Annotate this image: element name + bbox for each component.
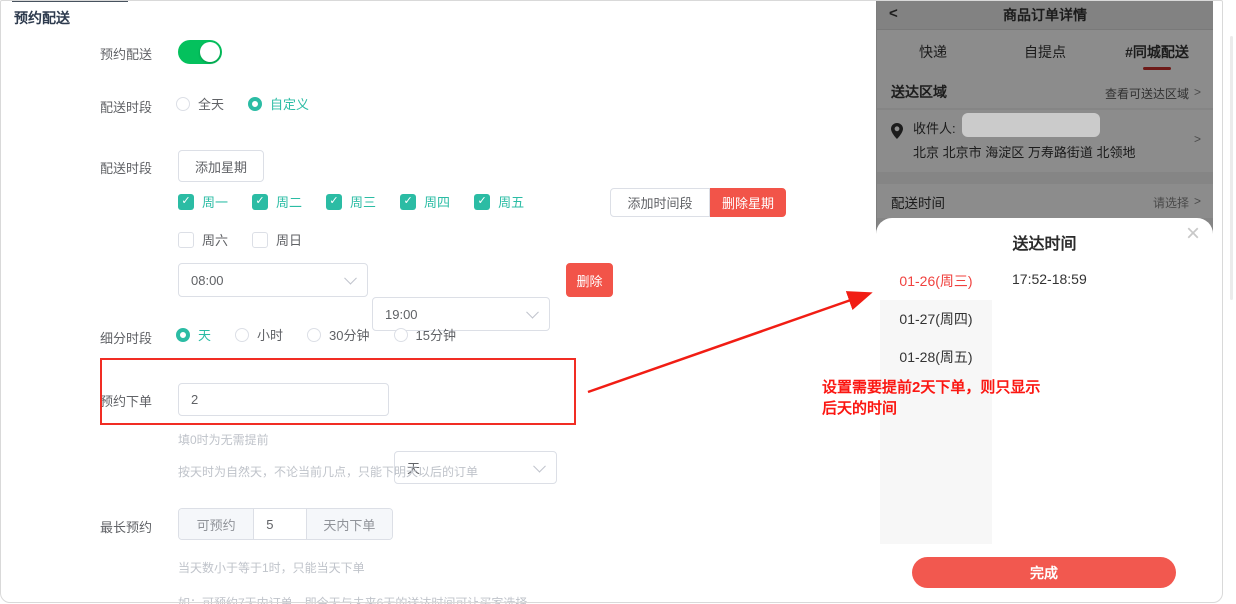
timeslot-option[interactable]: 17:52-18:59 bbox=[1012, 271, 1087, 287]
start-time-value: 08:00 bbox=[191, 273, 224, 288]
radio-label: 15分钟 bbox=[416, 325, 456, 344]
add-timeslot-button[interactable]: 添加时间段 bbox=[610, 188, 710, 217]
checkbox-checked-icon: ✓ bbox=[326, 194, 342, 210]
radio-day[interactable]: 天 bbox=[176, 325, 211, 344]
checkbox-checked-icon: ✓ bbox=[400, 194, 416, 210]
radio-label: 全天 bbox=[198, 94, 224, 113]
radio-circle-icon bbox=[307, 328, 321, 342]
date-item[interactable]: 01-28(周五) bbox=[880, 338, 992, 376]
radio-15min[interactable]: 15分钟 bbox=[394, 325, 456, 344]
weekday-label: 周四 bbox=[424, 192, 450, 211]
period-row-label: 配送时段 bbox=[100, 97, 152, 116]
end-time-value: 19:00 bbox=[385, 307, 418, 322]
max-booking-row-label: 最长预约 bbox=[100, 517, 152, 536]
start-time-select[interactable]: 08:00 bbox=[178, 263, 368, 297]
annotation-note: 设置需要提前2天下单，则只显示 后天的时间 bbox=[822, 377, 1052, 419]
close-icon[interactable]: × bbox=[1186, 222, 1200, 246]
advance-row-label: 预约下单 bbox=[100, 391, 152, 410]
max-booking-prefix: 可预约 bbox=[179, 509, 253, 539]
chevron-down-icon bbox=[526, 306, 539, 319]
radio-label: 小时 bbox=[257, 325, 283, 344]
weekday-label: 周日 bbox=[276, 230, 302, 249]
weekday-checkbox-sat[interactable]: 周六 bbox=[178, 230, 228, 249]
chevron-down-icon bbox=[533, 459, 546, 472]
toggle-knob bbox=[200, 42, 220, 62]
annotation-line-2: 后天的时间 bbox=[822, 398, 1052, 419]
radio-circle-icon bbox=[176, 97, 190, 111]
active-tab-indicator bbox=[12, 0, 128, 2]
advance-hint-day: 按天时为自然天，不论当前几点，只能下明天以后的订单 bbox=[178, 463, 478, 480]
weekday-checkbox-wed[interactable]: ✓ 周三 bbox=[326, 192, 376, 211]
date-item-selected[interactable]: 01-26(周三) bbox=[880, 262, 992, 300]
checkbox-unchecked-icon bbox=[252, 232, 268, 248]
weekday-checkbox-thu[interactable]: ✓ 周四 bbox=[400, 192, 450, 211]
checkbox-checked-icon: ✓ bbox=[474, 194, 490, 210]
modal-title: 送达时间 bbox=[876, 230, 1213, 254]
max-booking-hint-same-day: 当天数小于等于1时，只能当天下单 bbox=[178, 559, 365, 576]
radio-label: 自定义 bbox=[270, 94, 309, 113]
weekday-label: 周五 bbox=[498, 192, 524, 211]
weekday-checkbox-fri[interactable]: ✓ 周五 bbox=[474, 192, 524, 211]
radio-30min[interactable]: 30分钟 bbox=[307, 325, 369, 344]
reservation-delivery-toggle[interactable] bbox=[178, 40, 222, 64]
annotation-line-1: 设置需要提前2天下单，则只显示 bbox=[822, 377, 1052, 398]
max-booking-hint-example: 如：可预约7天内订单，即今天与未来6天的送达时间可让买家选择 bbox=[178, 594, 527, 604]
week-row-label: 配送时段 bbox=[100, 158, 152, 177]
weekday-label: 周六 bbox=[202, 230, 228, 249]
max-booking-group: 可预约 天内下单 bbox=[178, 508, 393, 540]
chevron-down-icon bbox=[344, 272, 357, 285]
weekday-checkbox-sun[interactable]: 周日 bbox=[252, 230, 302, 249]
radio-label: 天 bbox=[198, 325, 211, 344]
page-title: 预约配送 bbox=[14, 8, 70, 28]
checkbox-checked-icon: ✓ bbox=[252, 194, 268, 210]
weekday-label: 周二 bbox=[276, 192, 302, 211]
radio-custom[interactable]: 自定义 bbox=[248, 94, 309, 113]
max-booking-suffix: 天内下单 bbox=[307, 509, 392, 539]
granularity-row-label: 细分时段 bbox=[100, 328, 152, 347]
weekday-checkbox-tue[interactable]: ✓ 周二 bbox=[252, 192, 302, 211]
weekday-checkbox-mon[interactable]: ✓ 周一 bbox=[178, 192, 228, 211]
toggle-row-label: 预约配送 bbox=[100, 44, 152, 63]
page: 预约配送 预约配送 配送时段 全天 自定义 配送时段 添加星期 ✓ 周一 ✓ 周… bbox=[0, 0, 1236, 604]
radio-circle-icon bbox=[394, 328, 408, 342]
checkbox-unchecked-icon bbox=[178, 232, 194, 248]
radio-circle-icon bbox=[248, 97, 262, 111]
radio-label: 30分钟 bbox=[329, 325, 369, 344]
advance-days-input[interactable] bbox=[178, 383, 389, 416]
done-button[interactable]: 完成 bbox=[912, 557, 1176, 588]
checkbox-checked-icon: ✓ bbox=[178, 194, 194, 210]
add-week-button[interactable]: 添加星期 bbox=[178, 150, 264, 182]
scrollbar[interactable] bbox=[1230, 36, 1233, 300]
delete-timeslot-button[interactable]: 删除 bbox=[566, 263, 613, 297]
max-booking-days-input[interactable] bbox=[254, 509, 306, 539]
weekday-label: 周三 bbox=[350, 192, 376, 211]
advance-hint-zero: 填0时为无需提前 bbox=[178, 431, 269, 448]
recipient-name-redaction bbox=[962, 113, 1100, 137]
radio-circle-icon bbox=[235, 328, 249, 342]
date-item[interactable]: 01-27(周四) bbox=[880, 300, 992, 338]
radio-circle-icon bbox=[176, 328, 190, 342]
delete-week-button[interactable]: 删除星期 bbox=[710, 188, 786, 217]
weekday-label: 周一 bbox=[202, 192, 228, 211]
radio-all-day[interactable]: 全天 bbox=[176, 94, 224, 113]
radio-hour[interactable]: 小时 bbox=[235, 325, 283, 344]
